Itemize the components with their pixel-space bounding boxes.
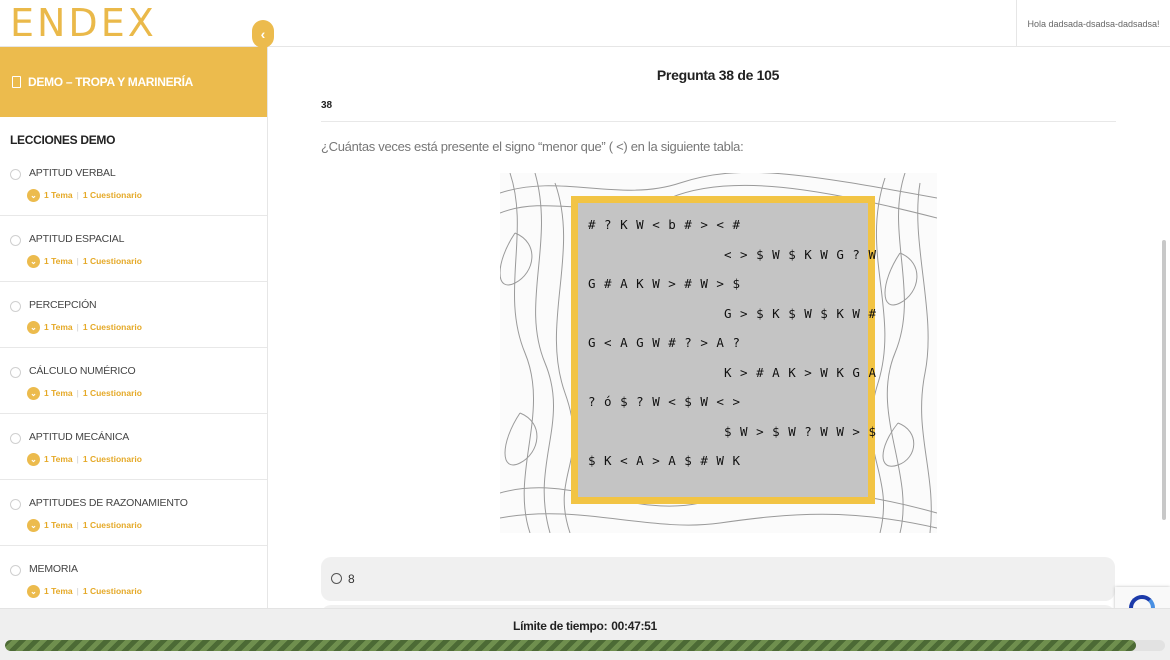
lesson-status-radio[interactable] [10,301,21,312]
lesson-topics[interactable]: 1 Tema [44,256,73,266]
sidebar-lesson-item[interactable]: PERCEPCIÓN ⌄ 1 Tema | 1 Cuestionario [0,282,267,348]
lesson-quizzes[interactable]: 1 Cuestionario [83,454,142,464]
lesson-meta: 1 Tema | 1 Cuestionario [44,586,142,596]
lesson-topics[interactable]: 1 Tema [44,190,73,200]
time-progress-bar [5,640,1165,651]
top-header: ENDEX Hola dadsada-dsadsa-dadsadsa! [0,0,1170,47]
sidebar-lesson-item[interactable]: APTITUD ESPACIAL ⌄ 1 Tema | 1 Cuestionario [0,216,267,282]
lesson-quizzes[interactable]: 1 Cuestionario [83,256,142,266]
timer-value: 00:47:51 [611,619,657,633]
lesson-quizzes[interactable]: 1 Cuestionario [83,190,142,200]
lesson-name: APTITUD VERBAL [29,167,116,179]
table-row: G < A G W # ? > A ? [588,335,741,350]
lesson-meta: 1 Tema | 1 Cuestionario [44,256,142,266]
sidebar-lesson-item[interactable]: APTITUDES DE RAZONAMIENTO ⌄ 1 Tema | 1 Cuest… [0,480,267,546]
lesson-name: APTITUD ESPACIAL [29,233,125,245]
lesson-sidebar: DEMO – TROPA Y MARINERÍA LECCIONES DEMO … [0,47,268,609]
lesson-status-radio[interactable] [10,169,21,180]
lesson-meta: 1 Tema | 1 Cuestionario [44,388,142,398]
lesson-topics[interactable]: 1 Tema [44,388,73,398]
lesson-quizzes[interactable]: 1 Cuestionario [83,322,142,332]
lesson-quizzes[interactable]: 1 Cuestionario [83,586,142,596]
chevron-down-icon[interactable]: ⌄ [27,255,40,268]
lesson-status-radio[interactable] [10,499,21,510]
lesson-topics[interactable]: 1 Tema [44,586,73,596]
sidebar-lesson-item[interactable]: APTITUD MECÁNICA ⌄ 1 Tema | 1 Cuestionario [0,414,267,480]
lesson-name: PERCEPCIÓN [29,299,97,311]
sidebar-lesson-item[interactable]: MEMORIA ⌄ 1 Tema | 1 Cuestionario [0,546,267,609]
lessons-section-title: LECCIONES DEMO [10,133,116,147]
table-row: ? ó $ ? W < $ W < > [588,394,741,409]
lesson-meta: 1 Tema | 1 Cuestionario [44,190,142,200]
lesson-quizzes[interactable]: 1 Cuestionario [83,520,142,530]
question-area: Pregunta 38 de 105 38 ¿Cuántas veces est… [268,47,1158,615]
book-icon [12,76,21,88]
table-row: G # A K W > # W > $ [588,276,741,291]
table-row: # ? K W < b # > < # [588,217,741,232]
course-header[interactable]: DEMO – TROPA Y MARINERÍA [0,47,267,117]
chevron-left-icon[interactable]: ‹ [252,20,274,48]
answer-option[interactable]: 8 [321,557,1115,601]
divider [321,121,1116,122]
lesson-status-radio[interactable] [10,433,21,444]
lesson-status-radio[interactable] [10,235,21,246]
radio-button[interactable] [331,573,342,584]
table-row: $ W > $ W ? W W > $ [724,424,877,439]
lesson-name: MEMORIA [29,563,78,575]
answer-label: 8 [348,572,355,586]
chevron-down-icon[interactable]: ⌄ [27,189,40,202]
question-number: 38 [321,100,333,111]
chevron-down-icon[interactable]: ⌄ [27,321,40,334]
chevron-down-icon[interactable]: ⌄ [27,453,40,466]
chevron-down-icon[interactable]: ⌄ [27,519,40,532]
table-row: < > $ W $ K W G ? W [724,247,877,262]
timer-footer: Límite de tiempo: 00:47:51 [0,608,1170,660]
table-row: K > # A K > W K G A [724,365,877,380]
lesson-topics[interactable]: 1 Tema [44,454,73,464]
user-greeting[interactable]: Hola dadsada-dsadsa-dadsadsa! [1016,0,1170,47]
course-title: DEMO – TROPA Y MARINERÍA [28,75,194,89]
lesson-name: APTITUDES DE RAZONAMIENTO [29,497,188,509]
endex-logo[interactable]: ENDEX [10,4,157,42]
lesson-quizzes[interactable]: 1 Cuestionario [83,388,142,398]
question-image: # ? K W < b # > < # < > $ W $ K W G ? W … [500,173,937,533]
lesson-name: CÁLCULO NUMÉRICO [29,365,136,377]
chevron-down-icon[interactable]: ⌄ [27,585,40,598]
sidebar-lesson-item[interactable]: APTITUD VERBAL ⌄ 1 Tema | 1 Cuestionario [0,150,267,216]
scrollbar[interactable] [1162,240,1166,520]
timer-label: Límite de tiempo: [513,619,608,633]
time-limit: Límite de tiempo: 00:47:51 [0,619,1170,633]
chevron-down-icon[interactable]: ⌄ [27,387,40,400]
lesson-status-radio[interactable] [10,565,21,576]
table-row: G > $ K $ W $ K W # [724,306,877,321]
lesson-topics[interactable]: 1 Tema [44,520,73,530]
lesson-topics[interactable]: 1 Tema [44,322,73,332]
lesson-meta: 1 Tema | 1 Cuestionario [44,322,142,332]
lesson-status-radio[interactable] [10,367,21,378]
lesson-name: APTITUD MECÁNICA [29,431,130,443]
symbol-table: # ? K W < b # > < # < > $ W $ K W G ? W … [571,196,877,504]
time-progress-fill [5,640,1136,651]
sidebar-lesson-item[interactable]: CÁLCULO NUMÉRICO ⌄ 1 Tema | 1 Cuestionario [0,348,267,414]
question-text: ¿Cuántas veces está presente el signo “m… [321,139,744,154]
table-row: $ K < A > A $ # W K [588,453,741,468]
lesson-meta: 1 Tema | 1 Cuestionario [44,454,142,464]
lesson-meta: 1 Tema | 1 Cuestionario [44,520,142,530]
question-counter: Pregunta 38 de 105 [656,67,780,83]
